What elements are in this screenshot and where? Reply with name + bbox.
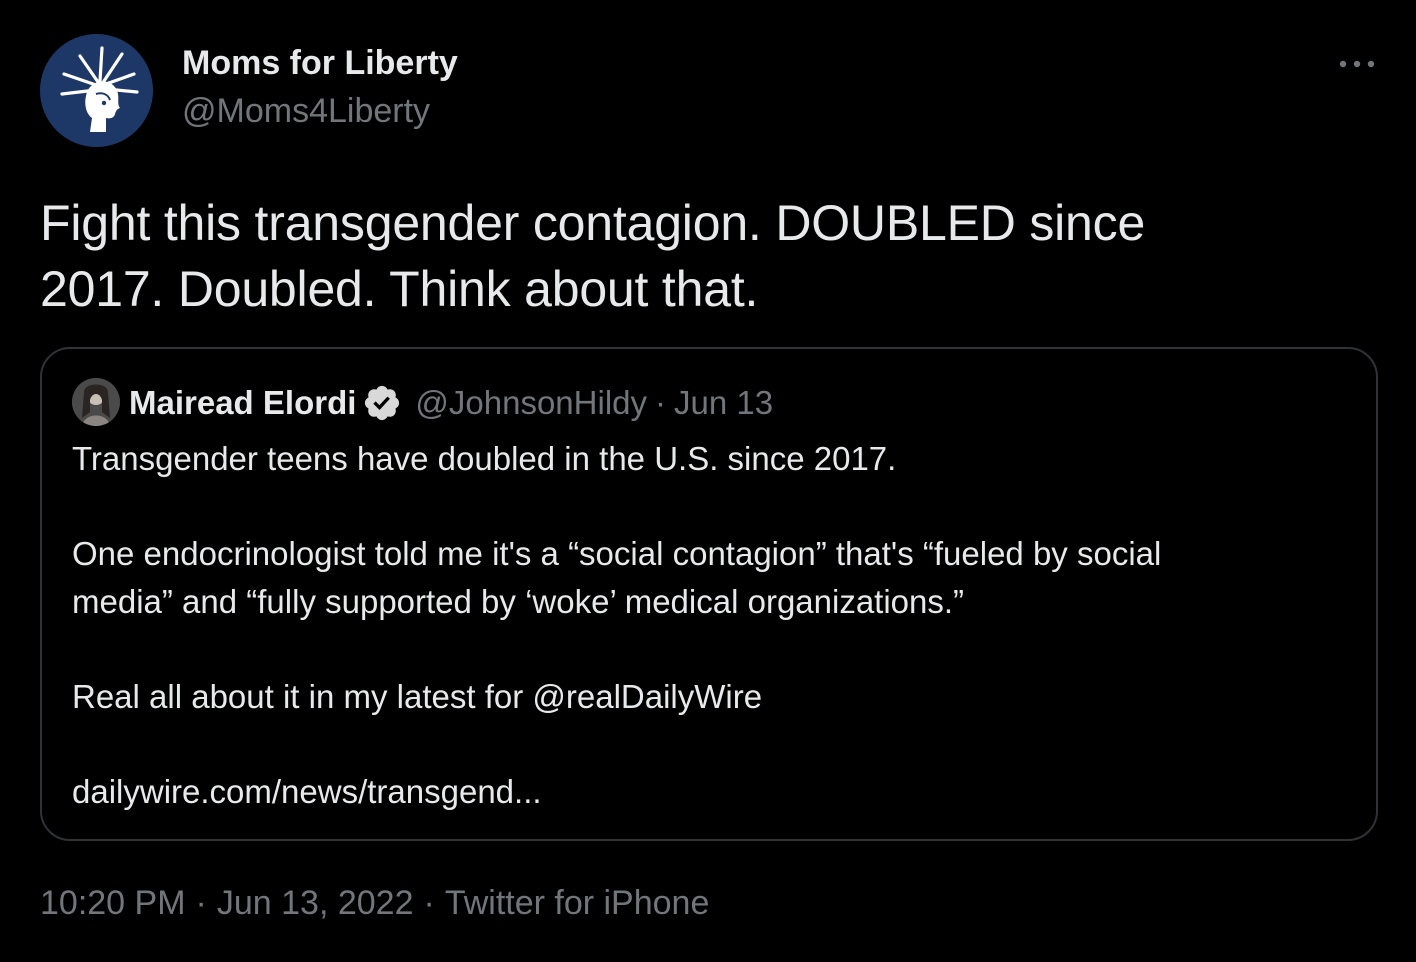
statue-of-liberty-logo-icon [40, 34, 153, 147]
quoted-paragraph-line: media” and “fully supported by ‘woke’ me… [72, 582, 965, 620]
quoted-paragraph-line: One endocrinologist told me it's a “soci… [72, 535, 1162, 572]
author-name[interactable]: Moms for Liberty [182, 44, 458, 83]
more-horizontal-icon [1339, 60, 1375, 68]
tweet-text-line: Fight this transgender contagion. DOUBLE… [40, 195, 1146, 251]
more-options-button[interactable] [1333, 46, 1381, 82]
verified-badge-icon [362, 383, 402, 423]
profile-photo-icon [72, 378, 120, 426]
quoted-tweet-card[interactable]: Mairead Elordi @JohnsonHildy · Jun 13 Tr… [40, 347, 1378, 841]
tweet-source[interactable]: Twitter for iPhone [445, 884, 710, 922]
tweet-text-line: 2017. Doubled. Think about that. [40, 261, 759, 317]
quoted-author-handle[interactable]: @JohnsonHildy [415, 384, 647, 422]
author-avatar[interactable] [40, 34, 153, 147]
tweet-metadata: 10:20 PM · Jun 13, 2022 · Twitter for iPhone [40, 884, 709, 923]
quoted-tweet-date[interactable]: Jun 13 [674, 384, 773, 422]
tweet-date[interactable]: Jun 13, 2022 [217, 884, 414, 922]
tweet-text: Fight this transgender contagion. DOUBLE… [40, 190, 1360, 322]
quoted-author-name[interactable]: Mairead Elordi [129, 384, 356, 422]
separator-dot: · [655, 384, 667, 421]
quoted-tweet-header: Mairead Elordi @JohnsonHildy · Jun 13 [129, 379, 773, 427]
separator-dot: · [423, 884, 435, 922]
separator-dot: · [195, 884, 207, 922]
quoted-tweet-body: Transgender teens have doubled in the U.… [72, 435, 1352, 815]
quoted-author-avatar[interactable] [72, 378, 120, 426]
quoted-paragraph: Real all about it in my latest for @real… [72, 677, 763, 715]
tweet-time[interactable]: 10:20 PM [40, 884, 186, 922]
quoted-link[interactable]: dailywire.com/news/transgend... [72, 768, 1352, 816]
author-handle[interactable]: @Moms4Liberty [182, 92, 430, 131]
quoted-paragraph: Transgender teens have doubled in the U.… [72, 440, 897, 477]
tweet-detail: Moms for Liberty @Moms4Liberty Fight thi… [0, 0, 1416, 962]
